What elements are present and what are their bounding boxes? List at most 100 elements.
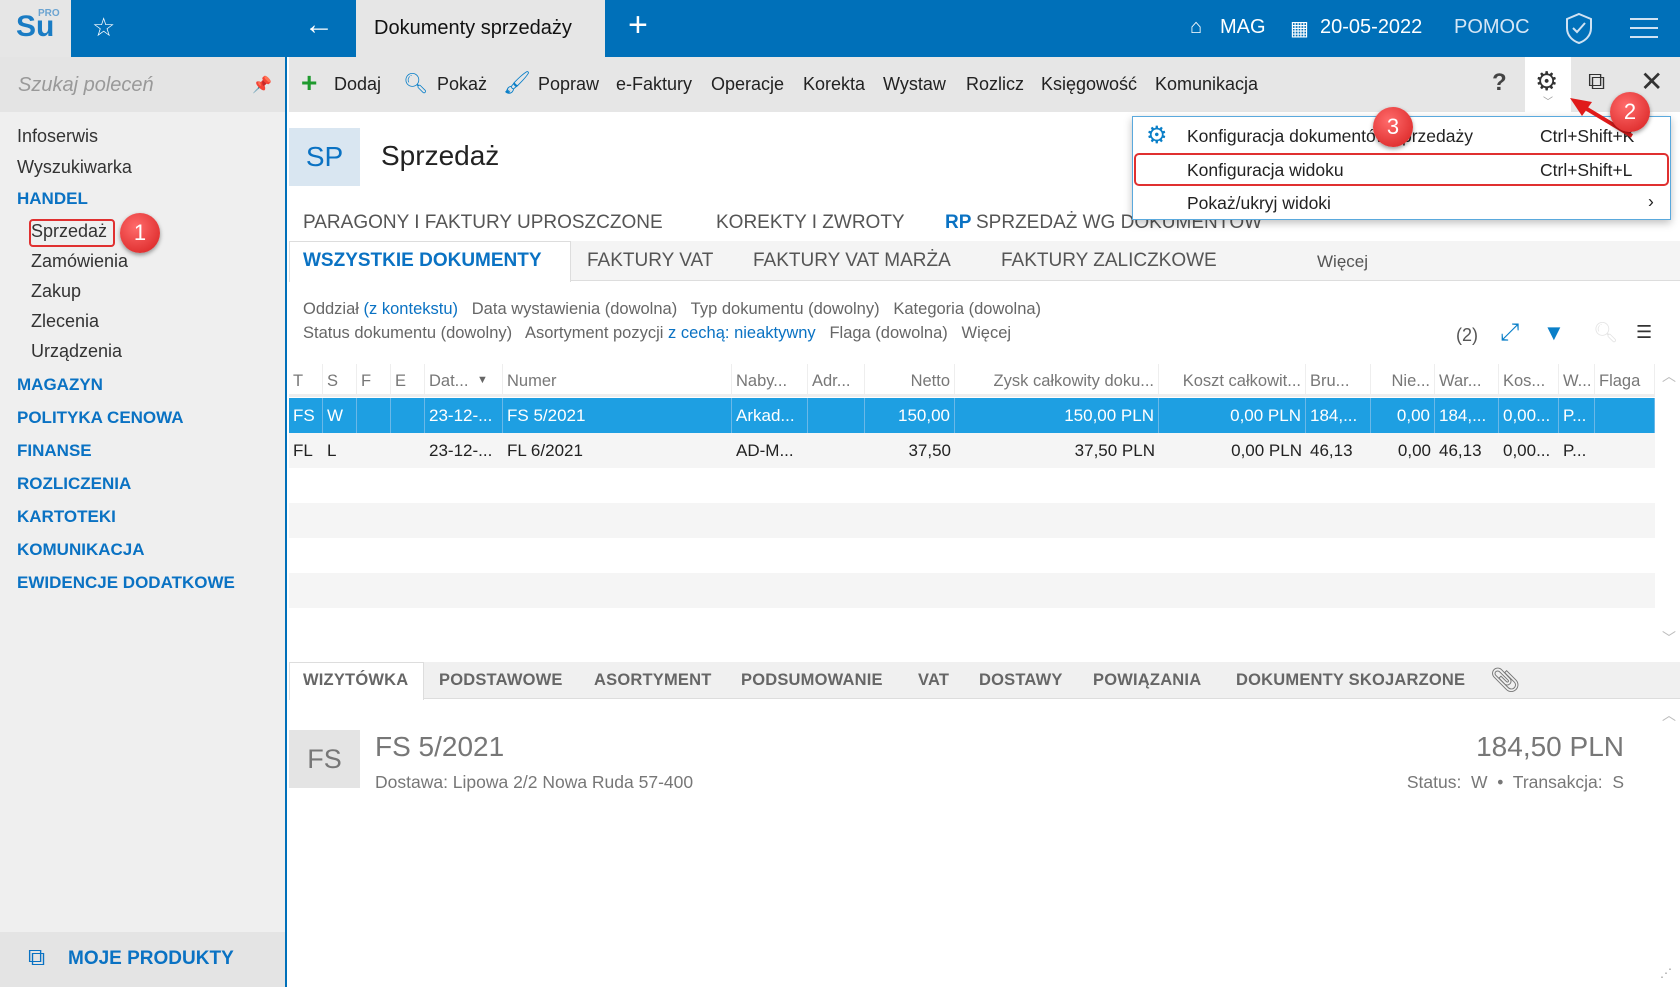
detail-tab-powiazania[interactable]: POWIĄZANIA [1093, 671, 1201, 690]
column-header-8[interactable]: Netto [865, 364, 955, 394]
filter-oddzial[interactable]: Oddział (z kontekstu) [303, 300, 458, 318]
column-header-7[interactable]: Adr... [808, 364, 865, 394]
column-header-11[interactable]: Bru... [1306, 364, 1371, 394]
new-tab-plus-icon[interactable]: + [628, 6, 648, 45]
date-label[interactable]: 20-05-2022 [1320, 16, 1422, 39]
filter-flaga[interactable]: Flaga (dowolna) [829, 324, 947, 342]
toolbar-korekta[interactable]: Korekta [803, 74, 865, 95]
sidebar-item-zlecenia[interactable]: Zlecenia [31, 311, 99, 332]
help-link[interactable]: POMOC [1454, 16, 1530, 39]
pin-icon[interactable]: 📌 [252, 75, 272, 95]
detail-scroll-up-icon[interactable]: ︿ [1662, 705, 1676, 725]
sidebar-section-handel[interactable]: HANDEL [17, 189, 88, 209]
column-header-15[interactable]: W... [1559, 364, 1595, 394]
column-header-4[interactable]: Dat... [425, 364, 503, 394]
step-badge-2: 2 [1610, 92, 1650, 132]
sidebar-section-finanse[interactable]: FINANSE [17, 441, 92, 461]
attachment-icon[interactable]: 📎︎ [1490, 666, 1520, 695]
detail-tab-podstawowe[interactable]: PODSTAWOWE [439, 671, 563, 690]
tab-faktury-zaliczkowe[interactable]: FAKTURY ZALICZKOWE [1001, 250, 1217, 272]
toolbar-komunikacja[interactable]: Komunikacja [1155, 74, 1258, 95]
hamburger-menu-icon[interactable] [1630, 17, 1658, 39]
tab-wiecej[interactable]: Więcej [1317, 252, 1368, 272]
toolbar-dodaj[interactable]: Dodaj [334, 74, 381, 95]
grid-header: T S F E Dat... Numer Naby... Adr... Netto Zysk ca… [289, 364, 1655, 397]
filter-status[interactable]: Status dokumentu (dowolny) [303, 324, 512, 342]
table-cell: 0,00 [1397, 441, 1431, 460]
toolbar-rozlicz[interactable]: Rozlicz [966, 74, 1024, 95]
scroll-up-icon[interactable]: ︿ [1662, 366, 1676, 386]
table-row[interactable]: FL L 23-12-... FL 6/2021 AD-M... 37,50 37,50 P… [289, 433, 1655, 468]
sidebar-item-wyszukiwarka[interactable]: Wyszukiwarka [17, 157, 132, 178]
column-header-5[interactable]: Numer [503, 364, 732, 394]
filter-data[interactable]: Data wystawienia (dowolna) [472, 300, 677, 318]
tab-rp-code[interactable]: RP [945, 212, 971, 234]
column-header-3[interactable]: E [391, 364, 425, 394]
toolbar-popraw[interactable]: Popraw [538, 74, 599, 95]
tab-wszystkie-dokumenty[interactable]: WSZYSTKIE DOKUMENTY [303, 250, 542, 272]
column-header-1[interactable]: S [323, 364, 357, 394]
filter-kategoria[interactable]: Kategoria (dowolna) [893, 300, 1041, 318]
shield-check-icon[interactable] [1564, 12, 1594, 44]
detail-tab-dokumenty-skojarzone[interactable]: DOKUMENTY SKOJARZONE [1236, 671, 1465, 690]
back-arrow-icon[interactable]: ← [304, 8, 334, 42]
list-menu-icon[interactable]: ☰ [1636, 322, 1652, 343]
sidebar-item-infoserwis[interactable]: Infoserwis [17, 126, 98, 147]
detail-tab-wizytowka[interactable]: WIZYTÓWKA [303, 671, 408, 690]
column-header-10[interactable]: Koszt całkowit... [1159, 364, 1306, 394]
tab-korekty[interactable]: KOREKTY I ZWROTY [716, 212, 905, 234]
column-header-13[interactable]: War... [1435, 364, 1499, 394]
moje-produkty-button[interactable]: ⧉ MOJE PRODUKTY [0, 932, 285, 987]
filter-typ[interactable]: Typ dokumentu (dowolny) [691, 300, 880, 318]
toolbar-pokaz[interactable]: Pokaż [437, 74, 487, 95]
sidebar-section-magazyn[interactable]: MAGAZYN [17, 375, 103, 395]
toolbar-ksiegowosc[interactable]: Księgowość [1041, 74, 1137, 95]
star-icon[interactable]: ☆ [92, 12, 115, 43]
command-search-input[interactable]: Szukaj poleceń [0, 57, 285, 112]
menu-item-pokaz-ukryj-widoki[interactable]: Pokaż/ukryj widoki › [1133, 186, 1670, 219]
detail-tab-vat[interactable]: VAT [918, 671, 949, 690]
sort-desc-icon[interactable]: ▼ [477, 374, 488, 386]
filter-wiecej[interactable]: Więcej [962, 324, 1012, 342]
detail-tab-podsumowanie[interactable]: PODSUMOWANIE [741, 671, 883, 690]
table-row[interactable]: FS W 23-12-... FS 5/2021 Arkad... 150,00 150,0… [289, 398, 1655, 433]
column-header-6[interactable]: Naby... [732, 364, 808, 394]
sidebar-section-komunikacja[interactable]: KOMUNIKACJA [17, 540, 145, 560]
filter-oddzial-value[interactable]: (z kontekstu) [364, 300, 458, 318]
detail-tab-asortyment[interactable]: ASORTYMENT [594, 671, 712, 690]
column-header-9[interactable]: Zysk całkowity doku... [955, 364, 1159, 394]
close-icon[interactable]: ✕ [1640, 65, 1663, 98]
sidebar-section-rozliczenia[interactable]: ROZLICZENIA [17, 474, 131, 494]
tab-faktury-vat[interactable]: FAKTURY VAT [587, 250, 713, 272]
column-header-0[interactable]: T [289, 364, 323, 394]
column-header-12[interactable]: Nie... [1371, 364, 1435, 394]
menu-item-konfiguracja-widoku[interactable]: Konfiguracja widoku Ctrl+Shift+L [1134, 153, 1669, 186]
column-header-2[interactable]: F [357, 364, 391, 394]
detail-tab-dostawy[interactable]: DOSTAWY [979, 671, 1063, 690]
tab-paragony[interactable]: PARAGONY I FAKTURY UPROSZCZONE [303, 212, 663, 234]
sidebar-section-kartoteki[interactable]: KARTOTEKI [17, 507, 116, 527]
scroll-down-icon[interactable]: ﹀ [1662, 628, 1676, 648]
resize-grip-icon[interactable]: ⋰ [1660, 966, 1672, 980]
warehouse-label[interactable]: MAG [1220, 16, 1266, 39]
menu-item-label: Pokaż/ukryj widoki [1187, 193, 1331, 213]
tab-faktury-vat-marza[interactable]: FAKTURY VAT MARŻA [753, 250, 951, 272]
sidebar-item-zamowienia[interactable]: Zamówienia [31, 251, 128, 272]
toolbar-wystaw[interactable]: Wystaw [883, 74, 946, 95]
column-header-16[interactable]: Flaga [1595, 364, 1655, 394]
sidebar-item-zakup[interactable]: Zakup [31, 281, 81, 302]
column-header-14[interactable]: Kos... [1499, 364, 1559, 394]
toolbar-e-faktury[interactable]: e-Faktury [616, 74, 692, 95]
tab-dokumenty-sprzedazy[interactable]: Dokumenty sprzedaży [356, 0, 605, 57]
sidebar-section-ewidencje[interactable]: EWIDENCJE DODATKOWE [17, 573, 235, 593]
sidebar-section-polityka-cenowa[interactable]: POLITYKA CENOWA [17, 408, 184, 428]
sidebar-item-urzadzenia[interactable]: Urządzenia [31, 341, 122, 362]
filter-asortyment[interactable]: Asortyment pozycji z cechą: nieaktywny [525, 324, 816, 342]
app-logo[interactable]: Su PRO [0, 0, 71, 57]
filter-icon[interactable]: ▼ [1543, 320, 1565, 346]
filter-asort-value[interactable]: z cechą: nieaktywny [668, 324, 816, 342]
sidebar-item-sprzedaz[interactable]: Sprzedaż [31, 221, 107, 242]
help-button[interactable]: ? [1492, 69, 1507, 97]
expand-icon[interactable]: ⤢ [1500, 319, 1519, 347]
toolbar-operacje[interactable]: Operacje [711, 74, 784, 95]
